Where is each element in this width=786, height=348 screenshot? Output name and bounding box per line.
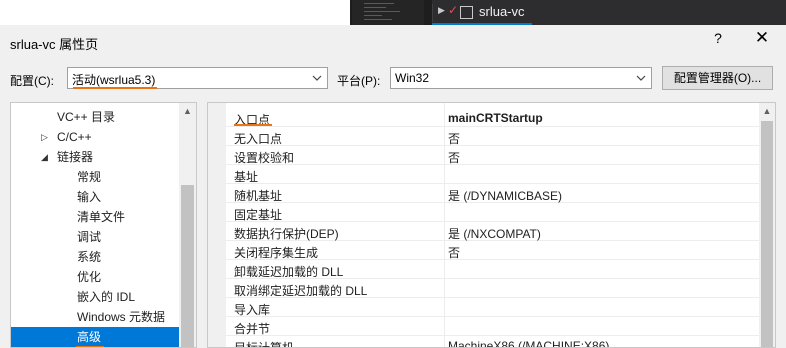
check-icon: ✓ bbox=[448, 3, 459, 17]
triangle-right-icon[interactable]: ▶ bbox=[438, 5, 445, 16]
grid-scrollbar[interactable]: ▲ bbox=[759, 103, 775, 347]
tree-item-label: VC++ 目录 bbox=[57, 110, 116, 124]
chevron-down-icon bbox=[312, 75, 322, 81]
property-grid: 入口点 mainCRTStartup 无入口点 否 设置校验和 否 基址 随机基… bbox=[207, 102, 776, 348]
prop-value[interactable]: 是 (/DYNAMICBASE) bbox=[448, 187, 562, 204]
chevron-down-icon bbox=[636, 75, 646, 81]
project-name: srlua-vc bbox=[479, 4, 525, 19]
tree-item-input[interactable]: 输入 bbox=[11, 187, 179, 207]
tree-item-label: 嵌入的 IDL bbox=[77, 290, 136, 304]
platform-label: 平台(P): bbox=[337, 74, 381, 88]
config-manager-button[interactable]: 配置管理器(O)... bbox=[662, 66, 773, 90]
prop-row-turn-off-assembly-generation[interactable]: 关闭程序集生成 否 bbox=[226, 241, 759, 260]
prop-value[interactable]: 否 bbox=[448, 244, 460, 261]
prop-name: 设置校验和 bbox=[234, 151, 295, 165]
prop-name: 随机基址 bbox=[234, 189, 283, 203]
collapse-icon[interactable]: ◢ bbox=[41, 147, 48, 167]
tree-item-label: 链接器 bbox=[57, 150, 94, 164]
tree-item-label: 常规 bbox=[77, 170, 102, 184]
config-label: 配置(C): bbox=[10, 74, 54, 88]
prop-value[interactable]: MachineX86 (/MACHINE:X86) bbox=[448, 339, 609, 347]
prop-row-unload-delay-dll[interactable]: 卸载延迟加载的 DLL bbox=[226, 260, 759, 279]
tree-item-general[interactable]: 常规 bbox=[11, 167, 179, 187]
prop-value[interactable]: 否 bbox=[448, 149, 460, 166]
prop-row-dep[interactable]: 数据执行保护(DEP) 是 (/NXCOMPAT) bbox=[226, 222, 759, 241]
scroll-thumb[interactable] bbox=[761, 121, 773, 347]
prop-name: 无入口点 bbox=[234, 132, 283, 146]
tree-item-label: 输入 bbox=[77, 190, 102, 204]
prop-row-merge-sections[interactable]: 合并节 bbox=[226, 317, 759, 336]
prop-name: 目标计算机 bbox=[234, 341, 295, 348]
prop-name: 合并节 bbox=[234, 322, 271, 336]
tree-item-label: 调试 bbox=[77, 230, 102, 244]
prop-row-fixed-base-address[interactable]: 固定基址 bbox=[226, 203, 759, 222]
tree-item-debugging[interactable]: 调试 bbox=[11, 227, 179, 247]
separator bbox=[432, 4, 433, 22]
solution-explorer-project-row[interactable]: ▶ ✓ srlua-vc bbox=[432, 0, 786, 25]
prop-name: 导入库 bbox=[234, 303, 271, 317]
prop-row-set-checksum[interactable]: 设置校验和 否 bbox=[226, 146, 759, 165]
prop-name: 固定基址 bbox=[234, 208, 283, 222]
config-select[interactable]: 活动(wsrlua5.3) bbox=[67, 67, 328, 89]
project-icon bbox=[460, 6, 473, 19]
tree-scrollbar[interactable]: ▲ bbox=[179, 103, 196, 347]
tree-item-label: C/C++ bbox=[57, 130, 92, 144]
prop-row-entry-point[interactable]: 入口点 mainCRTStartup bbox=[226, 108, 759, 127]
dialog-title: srlua-vc 属性页 bbox=[10, 37, 99, 52]
tree-item-label: 高级 bbox=[77, 330, 102, 344]
expand-icon[interactable]: ▷ bbox=[41, 127, 48, 147]
prop-value[interactable]: mainCRTStartup bbox=[448, 111, 543, 125]
tree-item-advanced[interactable]: 高级 bbox=[11, 327, 179, 347]
prop-row-target-machine[interactable]: 目标计算机 MachineX86 (/MACHINE:X86) bbox=[226, 336, 759, 348]
property-pages-dialog: srlua-vc 属性页 ? ✕ 配置(C): 活动(wsrlua5.3) 平台… bbox=[0, 25, 786, 348]
prop-row-import-library[interactable]: 导入库 bbox=[226, 298, 759, 317]
prop-value[interactable]: 否 bbox=[448, 130, 460, 147]
tree-item-label: 优化 bbox=[77, 270, 102, 284]
vs-code-minimap bbox=[352, 0, 424, 25]
config-value: 活动(wsrlua5.3) bbox=[72, 73, 156, 87]
platform-select[interactable]: Win32 bbox=[390, 67, 652, 89]
prop-name: 基址 bbox=[234, 170, 259, 184]
prop-name: 关闭程序集生成 bbox=[234, 246, 319, 260]
prop-row-randomized-base-address[interactable]: 随机基址 是 (/DYNAMICBASE) bbox=[226, 184, 759, 203]
tree-item-vc-directories[interactable]: VC++ 目录 bbox=[11, 107, 179, 127]
tree-item-optimization[interactable]: 优化 bbox=[11, 267, 179, 287]
scroll-up-icon[interactable]: ▲ bbox=[179, 106, 196, 116]
scroll-thumb[interactable] bbox=[181, 185, 194, 347]
prop-value[interactable]: 是 (/NXCOMPAT) bbox=[448, 225, 541, 242]
property-tree: VC++ 目录 ▷ C/C++ ◢ 链接器 常规 输入 清单文件 调试 系统 优… bbox=[10, 102, 197, 348]
prop-row-nobind-delay-dll[interactable]: 取消绑定延迟加载的 DLL bbox=[226, 279, 759, 298]
config-underline bbox=[73, 87, 157, 89]
grid-gutter bbox=[208, 103, 226, 347]
tree-item-windows-metadata[interactable]: Windows 元数据 bbox=[11, 307, 179, 327]
prop-row-no-entry-point[interactable]: 无入口点 否 bbox=[226, 127, 759, 146]
help-button[interactable]: ? bbox=[708, 30, 728, 50]
close-button[interactable]: ✕ bbox=[751, 28, 773, 50]
tree-item-manifest[interactable]: 清单文件 bbox=[11, 207, 179, 227]
tree-item-embedded-idl[interactable]: 嵌入的 IDL bbox=[11, 287, 179, 307]
entry-point-underline bbox=[234, 124, 272, 126]
prop-name: 数据执行保护(DEP) bbox=[234, 227, 339, 241]
tree-item-label: 清单文件 bbox=[77, 210, 126, 224]
tree-item-system[interactable]: 系统 bbox=[11, 247, 179, 267]
scroll-up-icon[interactable]: ▲ bbox=[759, 106, 775, 116]
prop-name: 卸载延迟加载的 DLL bbox=[234, 265, 344, 279]
tree-item-label: Windows 元数据 bbox=[77, 310, 166, 324]
tree-item-linker[interactable]: ◢ 链接器 bbox=[11, 147, 179, 167]
tree-item-label: 系统 bbox=[77, 250, 102, 264]
prop-row-base-address[interactable]: 基址 bbox=[226, 165, 759, 184]
tree-item-cpp[interactable]: ▷ C/C++ bbox=[11, 127, 179, 147]
platform-value: Win32 bbox=[395, 71, 430, 85]
prop-name: 取消绑定延迟加载的 DLL bbox=[234, 284, 368, 298]
